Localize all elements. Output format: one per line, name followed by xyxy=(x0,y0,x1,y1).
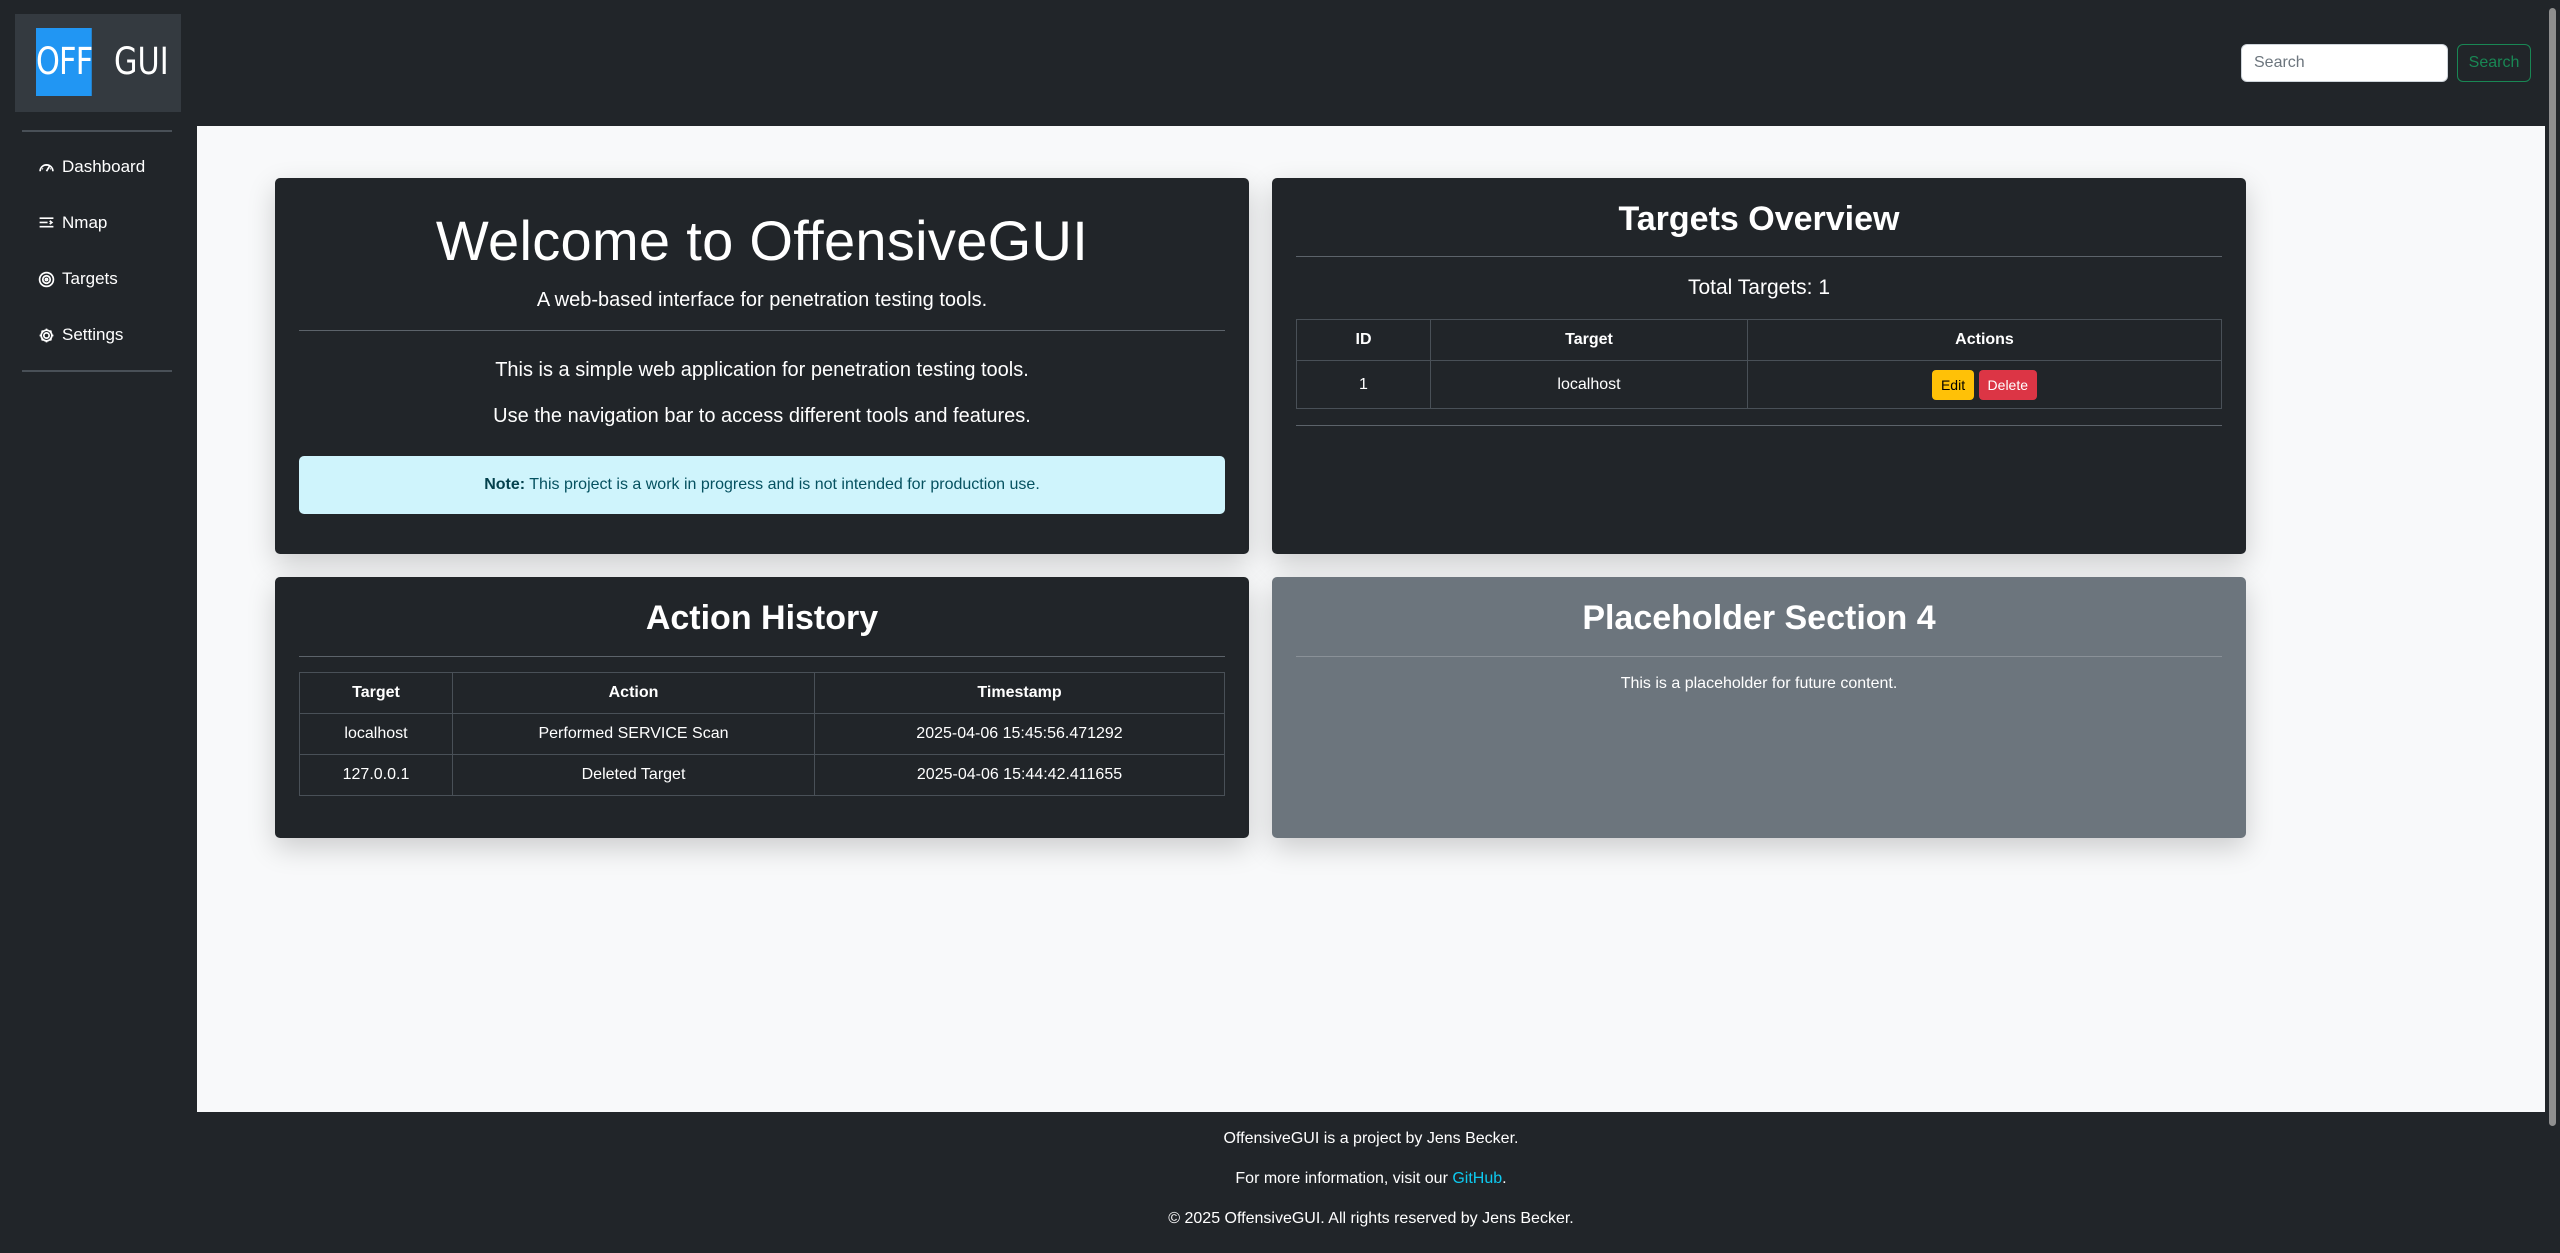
welcome-lead: A web-based interface for penetration te… xyxy=(536,289,988,311)
footer: OffensiveGUI is a project by Jens Becker… xyxy=(197,1112,2545,1253)
column-header-timestamp: Timestamp xyxy=(814,672,1225,714)
table-header-row: ID Target Actions xyxy=(1296,319,2222,361)
welcome-card: Welcome to OffensiveGUI A web-based inte… xyxy=(275,178,1249,554)
table-header-row: Target Action Timestamp xyxy=(299,672,1225,714)
terminal-icon xyxy=(39,216,54,228)
targets-overview-divider xyxy=(1296,256,2222,257)
targets-overview-title: Targets Overview xyxy=(1618,200,1900,238)
welcome-divider xyxy=(299,330,1225,331)
table-row: 127.0.0.1 Deleted Target 2025-04-06 15:4… xyxy=(299,754,1225,796)
footer-more-info-prefix: For more information, visit our xyxy=(1235,1170,1453,1187)
action-history-card: Action History Target Action Timestamp l… xyxy=(275,577,1249,838)
logo-gui-text: GUI xyxy=(114,40,169,83)
speedometer-icon xyxy=(39,163,54,172)
sidebar-item-label: Nmap xyxy=(62,213,108,232)
sidebar-item-nmap[interactable]: Nmap xyxy=(22,203,182,243)
placeholder-section-card: Placeholder Section 4 This is a placehol… xyxy=(1272,577,2246,838)
table-row: 1 localhost Edit Delete xyxy=(1296,360,2222,409)
total-targets-count: Total Targets: 1 xyxy=(1687,276,1831,299)
action-history-table: Target Action Timestamp localhost Perfor… xyxy=(299,672,1225,796)
sidebar: OFF GUI Dashboard Nmap Targets Settings xyxy=(0,0,197,1112)
footer-more-info: For more information, visit our GitHub. xyxy=(197,1170,2545,1188)
page-scrollbar[interactable] xyxy=(2545,0,2560,1253)
column-header-action: Action xyxy=(452,672,815,714)
column-header-target: Target xyxy=(1430,319,1748,361)
action-history-title: Action History xyxy=(645,599,879,637)
target-name-cell: localhost xyxy=(1430,360,1748,409)
placeholder-section-divider xyxy=(1296,656,2222,657)
delete-target-button[interactable]: Delete xyxy=(1978,369,2038,400)
app-logo[interactable]: OFF GUI xyxy=(15,14,181,112)
search-button[interactable]: Search xyxy=(2457,44,2531,82)
history-action-cell: Performed SERVICE Scan xyxy=(452,713,815,755)
history-timestamp-cell: 2025-04-06 15:44:42.411655 xyxy=(814,754,1225,796)
welcome-description: This is a simple web application for pen… xyxy=(495,359,1029,381)
welcome-instructions: Use the navigation bar to access differe… xyxy=(493,405,1031,427)
placeholder-section-title: Placeholder Section 4 xyxy=(1582,599,1936,637)
footer-more-info-suffix: . xyxy=(1502,1170,1507,1187)
logo-off-text: OFF xyxy=(36,28,93,96)
note-text: This project is a work in progress and i… xyxy=(529,476,1040,493)
footer-copyright: © 2025 OffensiveGUI. All rights reserved… xyxy=(1168,1210,1574,1227)
targets-table: ID Target Actions 1 localhost Edit Delet… xyxy=(1296,319,2222,409)
main-content: Welcome to OffensiveGUI A web-based inte… xyxy=(197,126,2545,1112)
target-actions-cell: Edit Delete xyxy=(1747,360,2222,409)
sidebar-item-label: Targets xyxy=(62,269,118,288)
targets-overview-bottom-divider xyxy=(1296,425,2222,426)
targets-overview-card: Targets Overview Total Targets: 1 ID Tar… xyxy=(1272,178,2246,554)
sidebar-item-dashboard[interactable]: Dashboard xyxy=(22,147,182,187)
column-header-target: Target xyxy=(299,672,453,714)
note-alert: Note: This project is a work in progress… xyxy=(299,456,1225,514)
search-input[interactable] xyxy=(2241,44,2448,82)
github-link[interactable]: GitHub xyxy=(1452,1170,1502,1187)
footer-credit: OffensiveGUI is a project by Jens Becker… xyxy=(1223,1130,1519,1147)
sidebar-item-settings[interactable]: Settings xyxy=(22,315,182,355)
history-target-cell: 127.0.0.1 xyxy=(299,754,453,796)
edit-target-button[interactable]: Edit xyxy=(1931,369,1975,400)
target-id-cell: 1 xyxy=(1296,360,1431,409)
scrollbar-thumb[interactable] xyxy=(2549,8,2556,1126)
note-label: Note: xyxy=(484,476,526,493)
sidebar-item-label: Dashboard xyxy=(62,157,146,176)
history-timestamp-cell: 2025-04-06 15:45:56.471292 xyxy=(814,713,1225,755)
gear-icon xyxy=(39,328,54,342)
action-history-divider xyxy=(299,656,1225,657)
history-target-cell: localhost xyxy=(299,713,453,755)
table-row: localhost Performed SERVICE Scan 2025-04… xyxy=(299,713,1225,755)
column-header-actions: Actions xyxy=(1747,319,2222,361)
column-header-id: ID xyxy=(1296,319,1431,361)
welcome-title: Welcome to OffensiveGUI xyxy=(435,209,1089,272)
target-icon xyxy=(38,271,55,287)
history-action-cell: Deleted Target xyxy=(452,754,815,796)
placeholder-section-text: This is a placeholder for future content… xyxy=(1620,675,1898,692)
sidebar-divider-bottom xyxy=(22,370,172,372)
sidebar-item-targets[interactable]: Targets xyxy=(22,259,182,299)
sidebar-divider-top xyxy=(22,130,172,132)
sidebar-item-label: Settings xyxy=(62,325,124,344)
